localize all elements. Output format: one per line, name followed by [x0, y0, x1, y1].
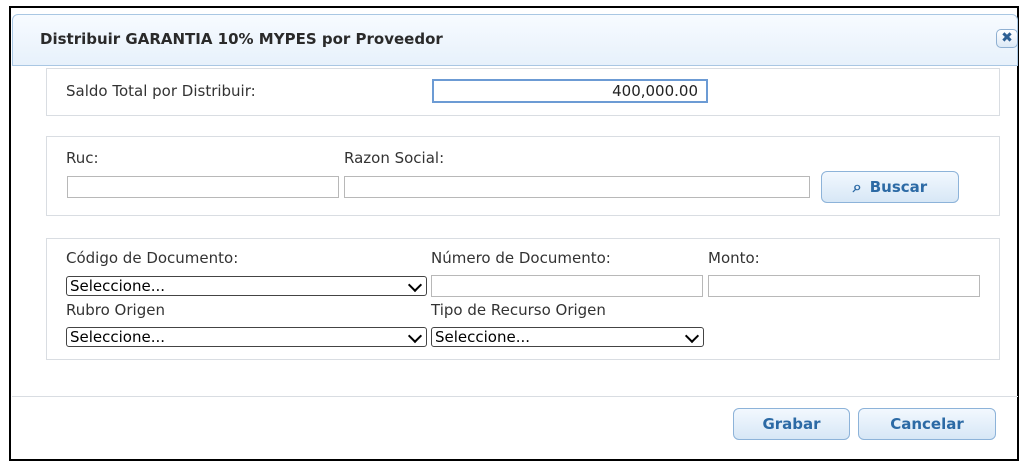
tipo-recurso-value: Seleccione... — [435, 328, 531, 346]
search-panel: Ruc: Razon Social: ⌕ Buscar — [46, 136, 1000, 216]
saldo-panel: Saldo Total por Distribuir: — [46, 68, 1000, 116]
monto-label: Monto: — [708, 249, 760, 267]
razon-social-label: Razon Social: — [344, 149, 445, 167]
codigo-documento-select[interactable]: Seleccione... — [66, 276, 427, 296]
saldo-label: Saldo Total por Distribuir: — [66, 82, 256, 100]
razon-social-input[interactable] — [344, 176, 810, 198]
rubro-origen-value: Seleccione... — [70, 328, 166, 346]
codigo-documento-value: Seleccione... — [70, 277, 166, 295]
rubro-origen-select[interactable]: Seleccione... — [66, 327, 427, 347]
saldo-total-field[interactable] — [432, 79, 708, 103]
search-icon: ⌕ — [852, 177, 862, 196]
documento-panel: Código de Documento: Número de Documento… — [46, 238, 1000, 360]
dialog-title: Distribuir GARANTIA 10% MYPES por Provee… — [40, 30, 443, 48]
chevron-down-icon — [407, 328, 423, 344]
buscar-button[interactable]: ⌕ Buscar — [821, 171, 959, 203]
codigo-documento-label: Código de Documento: — [66, 249, 239, 267]
numero-documento-input[interactable] — [431, 275, 703, 297]
tipo-recurso-select[interactable]: Seleccione... — [431, 327, 704, 347]
tipo-recurso-label: Tipo de Recurso Origen — [431, 301, 606, 319]
buscar-label: Buscar — [869, 178, 928, 196]
close-icon[interactable]: ✖ — [996, 29, 1018, 48]
chevron-down-icon — [684, 328, 700, 344]
ruc-label: Ruc: — [66, 149, 99, 167]
monto-input[interactable] — [708, 275, 980, 297]
rubro-origen-label: Rubro Origen — [66, 301, 165, 319]
chevron-down-icon — [407, 277, 423, 293]
dialog-titlebar: Distribuir GARANTIA 10% MYPES por Provee… — [12, 14, 1018, 66]
cancelar-button[interactable]: Cancelar — [858, 408, 996, 440]
grabar-button[interactable]: Grabar — [733, 408, 850, 440]
numero-documento-label: Número de Documento: — [431, 249, 611, 267]
footer-divider — [12, 396, 1018, 397]
ruc-input[interactable] — [67, 176, 339, 198]
